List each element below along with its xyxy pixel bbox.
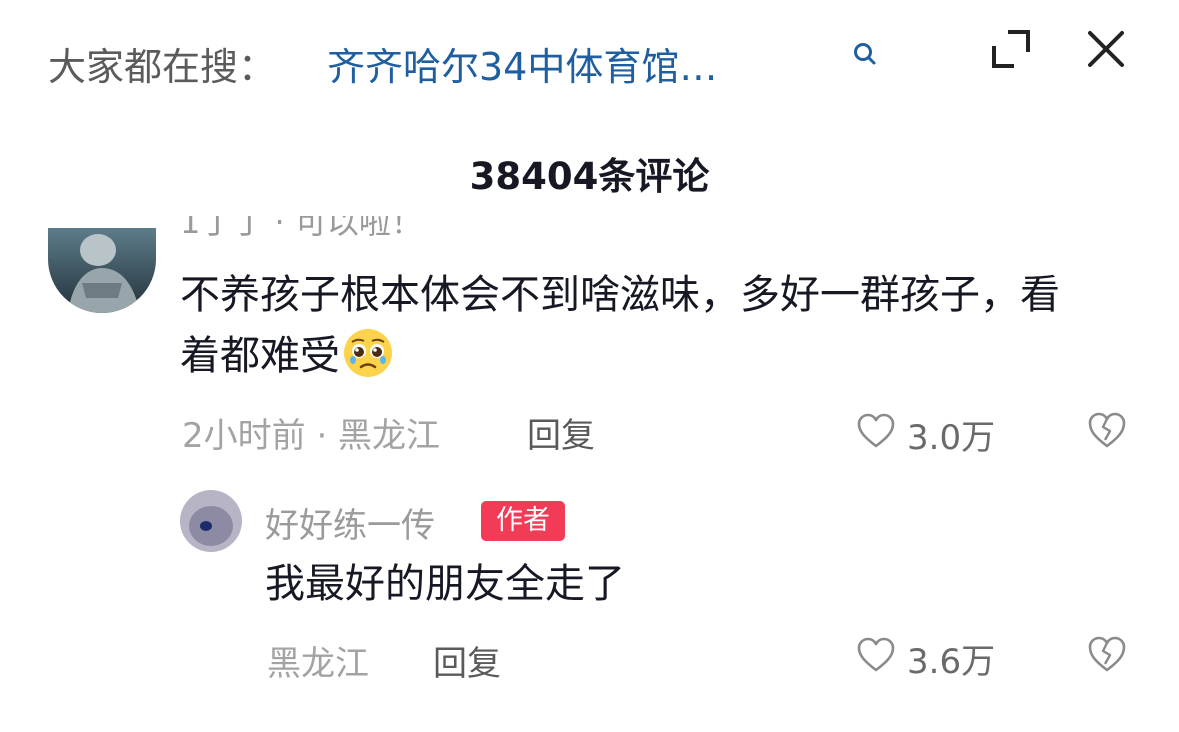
avatar[interactable] [48, 228, 156, 313]
reply-meta: 黑龙江 [267, 644, 369, 684]
reply-button[interactable]: 回复 [433, 636, 501, 685]
like-count: 3.0万 [907, 418, 996, 458]
expand-icon[interactable] [990, 28, 1032, 70]
comments-count-title: 38404条评论 [469, 155, 710, 198]
search-prefix-label: 大家都在搜： [48, 45, 277, 89]
like-count: 3.6万 [907, 642, 996, 682]
comment-meta: 2小时前 · 黑龙江 [182, 416, 441, 456]
reply-username[interactable]: 好好练一传 [265, 498, 435, 547]
pleading-face-emoji [344, 329, 392, 377]
reply-button[interactable]: 回复 [527, 408, 595, 457]
heart-icon[interactable] [856, 636, 896, 673]
search-icon[interactable] [851, 40, 879, 68]
comment-text: 不养孩子根本体会不到啥滋味，多好一群孩子，看着都难受 [180, 272, 1060, 379]
comment-username-partial[interactable]: 1丁丁 · 可以啦！ [180, 216, 423, 244]
avatar[interactable] [180, 490, 242, 552]
reply-text: 我最好的朋友全走了 [265, 561, 625, 607]
heart-icon[interactable] [856, 412, 896, 449]
close-icon[interactable] [1085, 28, 1127, 70]
search-query-link[interactable]: 齐齐哈尔34中体育馆… [327, 36, 717, 91]
dislike-broken-heart-icon[interactable] [1086, 634, 1128, 674]
author-badge: 作者 [481, 501, 565, 541]
dislike-broken-heart-icon[interactable] [1086, 410, 1128, 450]
comments-panel: 大家都在搜： 齐齐哈尔34中体育馆… 38404条评论 1丁丁 · 可以啦！ 不… [0, 0, 1179, 732]
